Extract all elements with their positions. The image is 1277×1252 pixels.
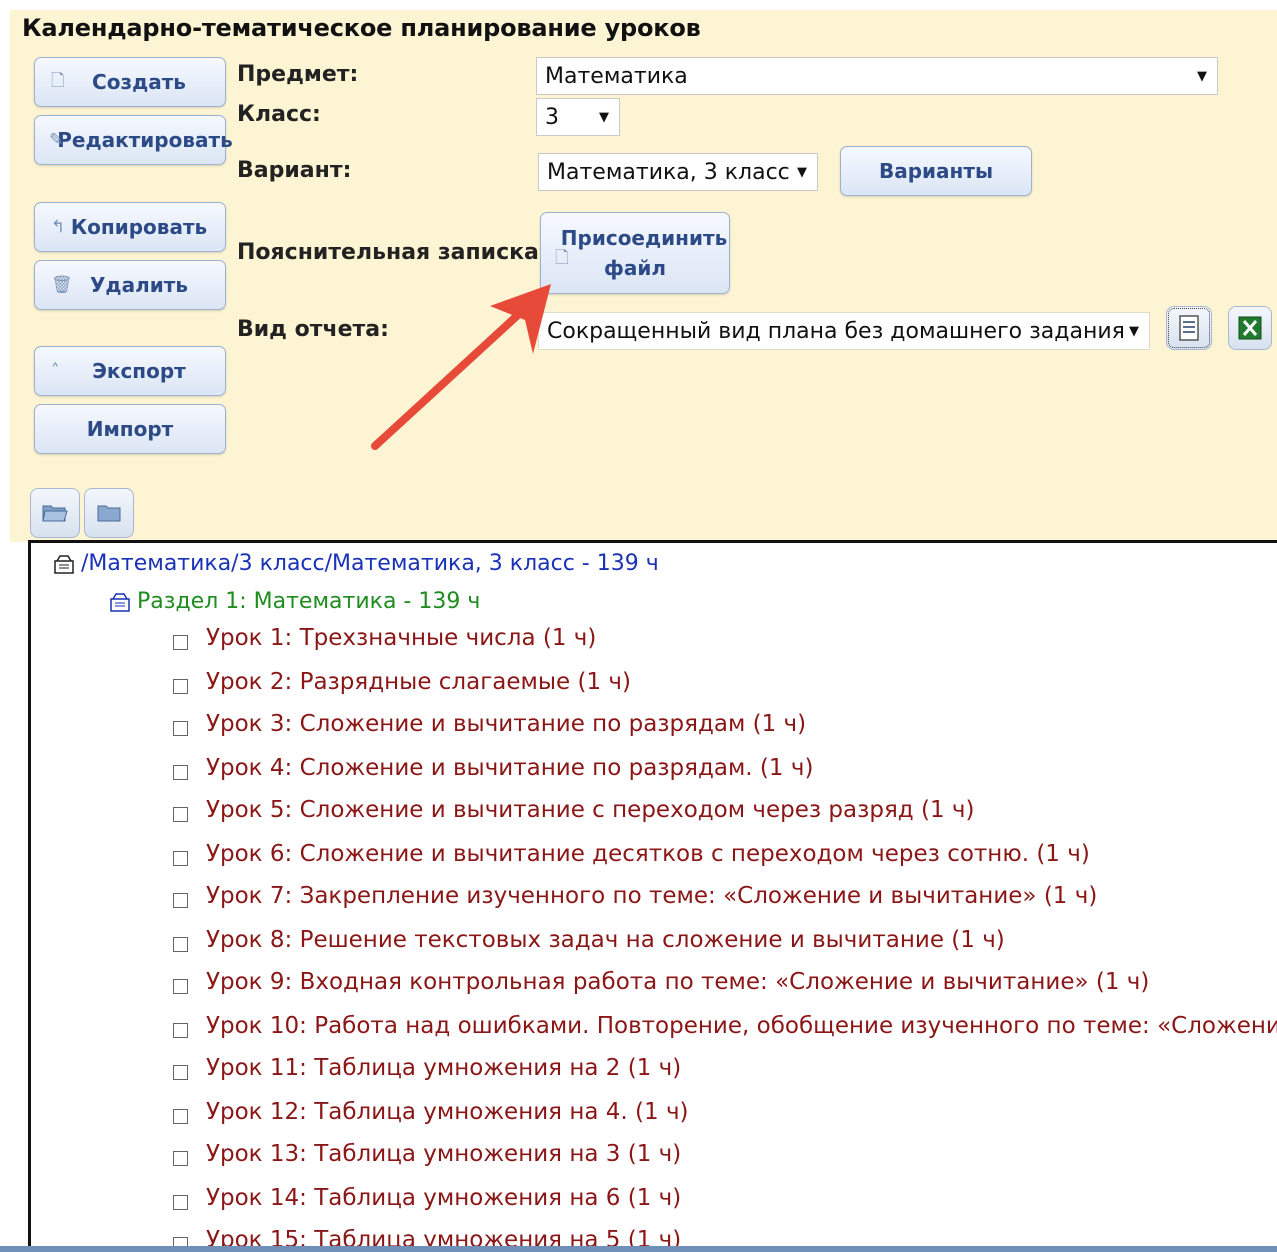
delete-button[interactable]: 🗑 Удалить (34, 260, 226, 310)
lesson-checkbox[interactable] (173, 678, 188, 694)
tree-section-node[interactable]: Раздел 1: Математика - 139 ч (109, 589, 480, 614)
lesson-checkbox[interactable] (173, 978, 188, 994)
document-icon (1179, 315, 1199, 341)
lesson-checkbox[interactable] (173, 1022, 188, 1038)
trash-icon: 🗑 (51, 275, 73, 295)
pencil-icon: ✎ (49, 130, 64, 150)
lesson-item[interactable]: Урок 9: Входная контрольная работа по те… (173, 969, 1149, 995)
page-title: Календарно-тематическое планирование уро… (22, 14, 701, 42)
expand-all-button[interactable] (30, 488, 80, 538)
chevron-down-icon: ▼ (1197, 68, 1207, 84)
lesson-item[interactable]: Урок 7: Закрепление изученного по теме: … (173, 883, 1097, 909)
lesson-item[interactable]: Урок 8: Решение текстовых задач на сложе… (173, 927, 1005, 953)
lesson-checkbox[interactable] (173, 1108, 188, 1124)
chevron-down-icon: ▼ (599, 109, 609, 125)
export-button[interactable]: ˄ Экспорт (34, 346, 226, 396)
lesson-item[interactable]: Урок 14: Таблица умножения на 6 (1 ч) (173, 1185, 681, 1211)
subject-value: Математика (545, 63, 688, 89)
folder-open-icon (42, 505, 68, 522)
folder-icon (97, 505, 121, 522)
lesson-checkbox[interactable] (173, 720, 188, 736)
lesson-tree: /Математика/3 класс/Математика, 3 класс … (28, 540, 1277, 1252)
edit-button[interactable]: ✎ Редактировать (34, 115, 233, 165)
subject-label: Предмет: (237, 62, 359, 87)
folder-tree-icon (110, 593, 130, 612)
lesson-checkbox[interactable] (173, 764, 188, 780)
lesson-checkbox[interactable] (173, 1064, 188, 1080)
lesson-checkbox[interactable] (173, 850, 188, 866)
lesson-item[interactable]: Урок 6: Сложение и вычитание десятков с … (173, 841, 1090, 867)
report-excel-button[interactable] (1228, 306, 1272, 350)
excel-icon (1238, 316, 1262, 340)
lesson-item[interactable]: Урок 10: Работа над ошибками. Повторение… (173, 1013, 1277, 1039)
tree-section-label[interactable]: Раздел 1: Математика - 139 ч (137, 589, 480, 614)
lesson-checkbox[interactable] (173, 1150, 188, 1166)
note-label: Пояснительная записка: (237, 240, 548, 265)
create-button[interactable]: 🗋 Создать (34, 57, 226, 107)
lesson-item[interactable]: Урок 1: Трехзначные числа (1 ч) (173, 625, 596, 651)
window-bottom-bar (0, 1246, 1277, 1252)
variant-select[interactable]: Математика, 3 класс ▼ (538, 153, 818, 191)
chevron-up-icon: ˄ (51, 361, 60, 381)
lesson-item[interactable]: Урок 12: Таблица умножения на 4. (1 ч) (173, 1099, 689, 1125)
variants-button[interactable]: Варианты (840, 146, 1032, 196)
report-type-value: Сокращенный вид плана без домашнего зада… (547, 318, 1125, 344)
folder-tree-icon (54, 555, 74, 574)
toolbar-panel: Календарно-тематическое планирование уро… (10, 10, 1277, 542)
annotation-arrow (371, 284, 551, 450)
chevron-down-icon: ▼ (797, 164, 807, 180)
import-button[interactable]: Импорт (34, 404, 226, 454)
class-select[interactable]: 3 ▼ (536, 98, 620, 136)
lesson-checkbox[interactable] (173, 1194, 188, 1210)
attach-file-button[interactable]: 🗋 Присоединить файл (540, 212, 730, 294)
lesson-checkbox[interactable] (173, 892, 188, 908)
lesson-item[interactable]: Урок 2: Разрядные слагаемые (1 ч) (173, 669, 631, 695)
variant-value: Математика, 3 класс (547, 159, 790, 185)
class-label: Класс: (237, 102, 321, 127)
class-value: 3 (545, 104, 559, 130)
lesson-item[interactable]: Урок 11: Таблица умножения на 2 (1 ч) (173, 1055, 681, 1081)
lesson-item[interactable]: Урок 4: Сложение и вычитание по разрядам… (173, 755, 813, 781)
report-document-button[interactable] (1166, 306, 1212, 350)
new-document-icon: 🗋 (555, 248, 569, 268)
variant-label: Вариант: (237, 158, 352, 183)
tree-root-node[interactable]: /Математика/3 класс/Математика, 3 класс … (53, 551, 659, 576)
new-document-icon: 🗋 (51, 70, 65, 91)
lesson-item[interactable]: Урок 13: Таблица умножения на 3 (1 ч) (173, 1141, 681, 1167)
lesson-item[interactable]: Урок 3: Сложение и вычитание по разрядам… (173, 711, 806, 737)
subject-select[interactable]: Математика ▼ (536, 57, 1218, 95)
lesson-checkbox[interactable] (173, 634, 188, 650)
collapse-all-button[interactable] (84, 488, 134, 538)
lesson-item[interactable]: Урок 5: Сложение и вычитание с переходом… (173, 797, 974, 823)
lesson-checkbox[interactable] (173, 936, 188, 952)
chevron-down-icon: ▼ (1129, 323, 1139, 339)
tree-root-link[interactable]: /Математика/3 класс/Математика, 3 класс … (81, 551, 659, 576)
copy-icon: ↰ (51, 217, 66, 237)
lesson-checkbox[interactable] (173, 806, 188, 822)
copy-button[interactable]: ↰ Копировать (34, 202, 226, 252)
report-type-select[interactable]: Сокращенный вид плана без домашнего зада… (538, 312, 1150, 350)
